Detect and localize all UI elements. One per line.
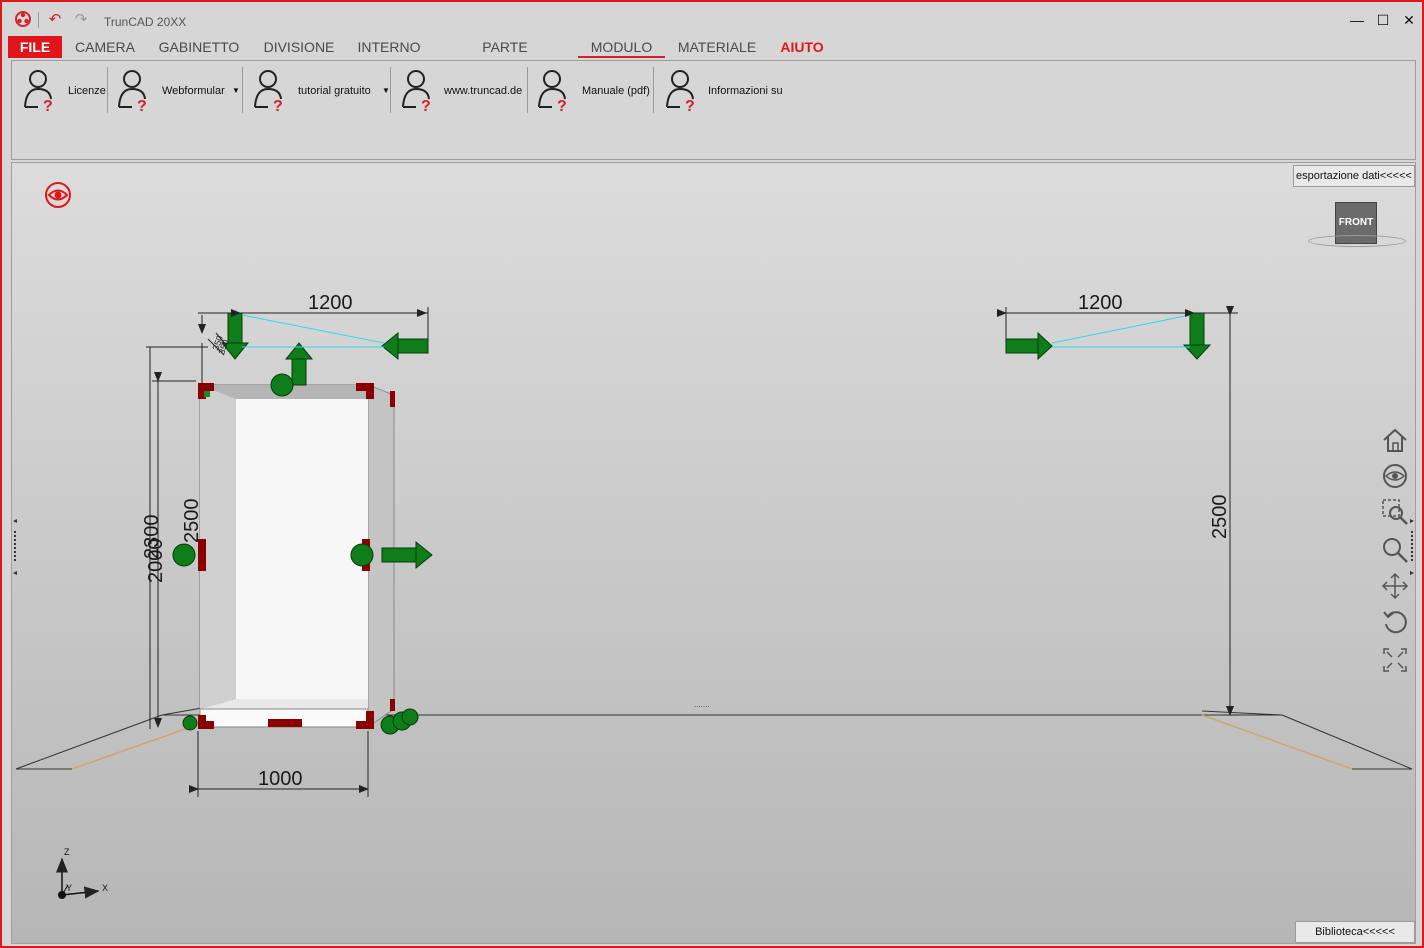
informazioni-su-button[interactable]: ? Informazioni su [664, 67, 804, 115]
licenze-button[interactable]: ? Licenze [22, 67, 106, 115]
dim-right-height: 2500 [1209, 495, 1231, 540]
ribbon-panel: ? Licenze ? Webformular ▼ ? tutorial gra… [11, 60, 1416, 160]
user-help-icon: ? [254, 70, 283, 113]
app-window: ↶ ↷ TrunCAD 20XX — ☐ ✕ FILE CAMERA GABIN… [0, 0, 1424, 948]
fit-extents-icon[interactable] [1380, 645, 1410, 675]
window-title: TrunCAD 20XX [104, 15, 187, 29]
library-tab[interactable]: Biblioteca<<<<< [1295, 921, 1415, 943]
floor-marker: ....... [694, 700, 710, 709]
user-help-icon: ? [24, 70, 53, 113]
truncad-website-label: www.truncad.de [444, 85, 523, 97]
rotate-icon[interactable] [1380, 607, 1410, 637]
axis-y-label: Y [66, 883, 72, 893]
undo-icon[interactable]: ↶ [46, 11, 64, 29]
dim-right-width-top: 1200 [1078, 292, 1123, 314]
tutorial-gratuito-label: tutorial gratuito [298, 85, 371, 97]
ribbon-separator [527, 67, 528, 113]
licenze-label: Licenze [68, 85, 106, 97]
svg-text:?: ? [43, 98, 53, 113]
floor-edge-left [71, 722, 203, 770]
maximize-button[interactable]: ☐ [1372, 10, 1394, 30]
user-help-icon: ? [402, 70, 431, 113]
truncad-website-button[interactable]: ? www.truncad.de [400, 67, 526, 115]
dim-cabinet-width: 1000 [258, 768, 303, 790]
axis-x-label: X [102, 883, 108, 893]
dim-left-height-inner: 2500 [181, 499, 203, 544]
export-data-tab[interactable]: esportazione dati<<<<< [1293, 165, 1415, 187]
tab-divisione[interactable]: DIVISIONE [258, 36, 340, 58]
dropdown-arrow-icon[interactable]: ▼ [232, 86, 240, 95]
tab-parte-anteriore[interactable]: PARTE ANTERIORE [440, 36, 570, 77]
view-cube-ring[interactable] [1308, 235, 1406, 247]
tab-interno[interactable]: INTERNO [354, 36, 424, 58]
titlebar-separator [38, 12, 39, 28]
tutorial-gratuito-button[interactable]: ? tutorial gratuito ▼ [252, 67, 390, 115]
home-icon[interactable] [1380, 425, 1410, 455]
svg-text:?: ? [557, 98, 567, 113]
webformular-label: Webformular [162, 85, 225, 97]
ribbon-separator [107, 67, 108, 113]
zoom-icon[interactable] [1380, 535, 1410, 565]
tab-materiale[interactable]: MATERIALE [674, 36, 760, 58]
webformular-button[interactable]: ? Webformular ▼ [116, 67, 242, 115]
cad-scene[interactable]: ....... 1200 1200 1000 2500 2500 2300 20… [12, 163, 1415, 943]
title-bar: ↶ ↷ TrunCAD 20XX — ☐ ✕ [2, 2, 1422, 36]
pan-icon[interactable] [1380, 571, 1410, 601]
3d-viewport[interactable]: ....... 1200 1200 1000 2500 2500 2300 20… [11, 162, 1416, 944]
svg-text:?: ? [137, 98, 147, 113]
dropdown-arrow-icon[interactable]: ▼ [382, 86, 390, 95]
user-help-icon: ? [118, 70, 147, 113]
view-visibility-icon[interactable] [44, 181, 72, 209]
tab-file[interactable]: FILE [8, 36, 62, 58]
truncad-logo-icon[interactable] [14, 10, 32, 28]
zoom-window-icon[interactable] [1380, 497, 1410, 527]
axis-z-label: Z [64, 847, 70, 857]
axis-indicator: Z Y X [56, 847, 108, 899]
tab-modulo[interactable]: MODULO [578, 36, 665, 58]
tab-aiuto[interactable]: AIUTO [772, 36, 832, 58]
close-button[interactable]: ✕ [1398, 10, 1420, 30]
redo-icon[interactable]: ↷ [72, 11, 90, 29]
svg-text:?: ? [421, 98, 431, 113]
informazioni-su-label: Informazioni su [708, 85, 783, 97]
minimize-button[interactable]: — [1346, 10, 1368, 30]
view-cube[interactable]: FRONT [1308, 203, 1406, 253]
floor-edge-right [1201, 714, 1353, 770]
svg-text:?: ? [685, 98, 695, 113]
svg-text:?: ? [273, 98, 283, 113]
dim-left-width-top: 1200 [308, 292, 353, 314]
manuale-pdf-button[interactable]: ? Manuale (pdf) [536, 67, 654, 115]
tab-gabinetto[interactable]: GABINETTO [154, 36, 244, 58]
menu-bar: FILE CAMERA GABINETTO DIVISIONE INTERNO … [2, 36, 1422, 77]
left-panel-handle[interactable] [12, 517, 18, 577]
ribbon-separator [653, 67, 654, 113]
dim-left-height-outer-b: 2000 [145, 539, 167, 584]
manuale-pdf-label: Manuale (pdf) [582, 85, 650, 97]
ribbon-separator [390, 67, 391, 113]
corner-dot [204, 391, 210, 397]
user-help-icon: ? [666, 70, 695, 113]
right-panel-handle[interactable] [1409, 517, 1415, 577]
user-help-icon: ? [538, 70, 567, 113]
orbit-eye-icon[interactable] [1380, 461, 1410, 491]
tab-camera[interactable]: CAMERA [70, 36, 140, 58]
ribbon-separator [242, 67, 243, 113]
